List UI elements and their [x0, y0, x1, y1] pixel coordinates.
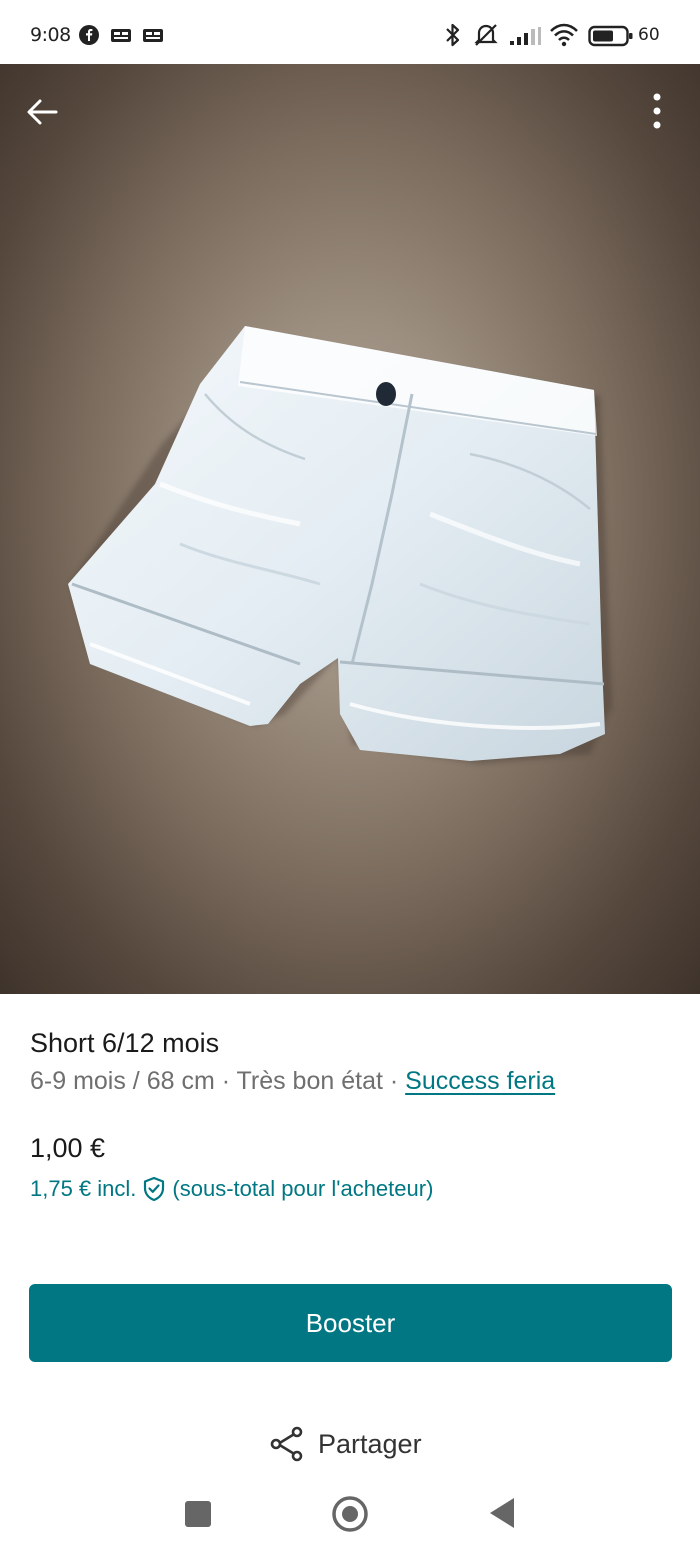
shield-check-icon: [144, 1176, 165, 1202]
booster-button[interactable]: Booster: [29, 1284, 672, 1362]
notification-icon: [111, 29, 131, 42]
share-label: Partager: [318, 1428, 422, 1459]
share-button[interactable]: Partager: [268, 1422, 422, 1466]
item-meta: 6-9 mois / 68 cm · Très bon état · Succe…: [30, 1067, 555, 1096]
bluetooth-icon: [446, 23, 460, 47]
buyer-price[interactable]: 1,75 € incl. (sous-total pour l'acheteur…: [30, 1176, 433, 1202]
item-title: Short 6/12 mois: [30, 1028, 220, 1058]
item-price: 1,00 €: [30, 1133, 106, 1163]
buyer-price-value: 1,75 € incl.: [30, 1176, 137, 1201]
battery-icon: [588, 25, 633, 47]
product-photo[interactable]: [0, 64, 700, 994]
buyer-price-note: (sous-total pour l'acheteur): [172, 1176, 434, 1201]
status-time: 9:08: [30, 24, 71, 46]
notification-icon: [143, 29, 163, 42]
battery-percentage: 60: [638, 25, 660, 45]
shorts-image: [68, 326, 612, 764]
brand-link[interactable]: Success feria: [405, 1067, 555, 1095]
wifi-icon: [550, 23, 578, 47]
more-vertical-icon[interactable]: [646, 92, 668, 132]
back-arrow-icon[interactable]: [24, 94, 60, 130]
back-triangle-icon[interactable]: [488, 1496, 518, 1530]
signal-icon: [510, 27, 541, 45]
home-icon[interactable]: [330, 1494, 370, 1534]
facebook-icon: [79, 25, 99, 45]
mute-icon: [474, 24, 498, 46]
system-navigation-bar: [0, 1480, 700, 1556]
status-bar: 9:08 60: [0, 0, 700, 64]
item-meta-text: 6-9 mois / 68 cm · Très bon état ·: [30, 1067, 406, 1095]
recent-apps-icon[interactable]: [184, 1500, 212, 1528]
share-icon: [270, 1426, 303, 1462]
